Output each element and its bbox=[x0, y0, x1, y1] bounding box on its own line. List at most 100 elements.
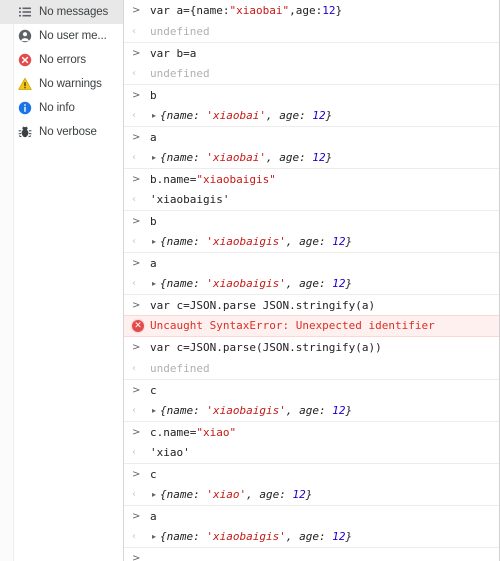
sidebar-item-no-warnings[interactable]: No warnings bbox=[0, 72, 123, 96]
console-input-row[interactable]: > c bbox=[124, 379, 499, 400]
token: var a={name: bbox=[150, 4, 230, 17]
console-input-row[interactable]: > a bbox=[124, 505, 499, 526]
console-output-row[interactable]: ‹ ▸ {name: 'xiaobaigis', age: 12} bbox=[124, 400, 499, 421]
prompt-arrow-icon: > bbox=[132, 173, 141, 185]
console-input-row[interactable]: > b.name="xiaobaigis" bbox=[124, 168, 499, 189]
prompt-arrow-icon: > bbox=[132, 384, 141, 396]
sidebar-item-label: No verbose bbox=[39, 126, 97, 138]
console-input-row[interactable]: > b bbox=[124, 210, 499, 231]
token: c bbox=[150, 383, 157, 397]
sidebar-item-no-user-me[interactable]: No user me... bbox=[0, 24, 123, 48]
token: a bbox=[150, 509, 157, 523]
bug-icon bbox=[18, 125, 32, 139]
console-output-row[interactable]: ‹ ▸ {name: 'xiaobai', age: 12} bbox=[124, 147, 499, 168]
token: , age: bbox=[265, 150, 313, 164]
token: a bbox=[150, 130, 157, 144]
chevron-right-icon[interactable]: ▸ bbox=[152, 273, 156, 294]
token: var c=JSON.parse(JSON.stringify(a)) bbox=[150, 341, 382, 354]
prompt-arrow-icon: > bbox=[132, 89, 141, 101]
console-sidebar: No messages No user me... No errors No warn… bbox=[0, 0, 124, 561]
command-text: c bbox=[150, 464, 157, 485]
warning-icon bbox=[18, 77, 32, 91]
console-input-row[interactable]: > var a={name:"xiaobai",age:12} bbox=[124, 0, 499, 21]
sidebar-item-no-messages[interactable]: No messages bbox=[0, 0, 123, 24]
chevron-right-icon[interactable]: ▸ bbox=[152, 400, 156, 421]
prompt-arrow-icon: > bbox=[132, 215, 141, 227]
chevron-right-icon[interactable]: ▸ bbox=[152, 526, 156, 547]
chevron-right-icon[interactable]: ▸ bbox=[152, 105, 156, 126]
sidebar-item-no-info[interactable]: No info bbox=[0, 96, 123, 120]
console-output-row[interactable]: ‹ ▸ {name: 'xiaobai', age: 12} bbox=[124, 105, 499, 126]
console-output-row[interactable]: ‹ undefined bbox=[124, 63, 499, 84]
console-input-row[interactable]: > var c=JSON.parse(JSON.stringify(a)) bbox=[124, 337, 499, 358]
console-output-row[interactable]: ‹ undefined bbox=[124, 21, 499, 42]
console-output-row[interactable]: ‹ 'xiao' bbox=[124, 442, 499, 463]
console-input-row[interactable]: > var c=JSON.parse JSON.stringify(a) bbox=[124, 294, 499, 315]
undefined-result: undefined bbox=[150, 25, 210, 38]
token: a bbox=[150, 256, 157, 270]
console-message-list[interactable]: > var a={name:"xiaobai",age:12} ‹ undefined… bbox=[124, 0, 499, 561]
console-input-row[interactable]: > c.name="xiao" bbox=[124, 421, 499, 442]
prompt-arrow-icon: > bbox=[132, 47, 141, 59]
token: {name: bbox=[160, 487, 207, 501]
result-arrow-icon: ‹ bbox=[132, 68, 136, 79]
token: } bbox=[345, 529, 353, 543]
command-text: b.name="xiaobaigis" bbox=[150, 169, 276, 190]
sidebar-item-no-errors[interactable]: No errors bbox=[0, 48, 123, 72]
token: 12 bbox=[332, 529, 346, 543]
token: 12 bbox=[332, 276, 346, 290]
chevron-right-icon[interactable]: ▸ bbox=[152, 231, 156, 252]
console-input-row[interactable]: > var b=a bbox=[124, 42, 499, 63]
console-output-row[interactable]: ‹ ▸ {name: 'xiaobaigis', age: 12} bbox=[124, 273, 499, 294]
object-result: ▸ {name: 'xiaobai', age: 12} bbox=[150, 147, 332, 169]
command-text: a bbox=[150, 506, 157, 527]
console-output-row[interactable]: ‹ ▸ {name: 'xiaobaigis', age: 12} bbox=[124, 526, 499, 547]
devtools-console-panel: No messages No user me... No errors No warn… bbox=[0, 0, 500, 561]
object-result: ▸ {name: 'xiaobaigis', age: 12} bbox=[150, 400, 352, 422]
result-arrow-icon: ‹ bbox=[132, 278, 136, 289]
token: } bbox=[305, 487, 313, 501]
token: , age: bbox=[285, 403, 333, 417]
console-rows: > var a={name:"xiaobai",age:12} ‹ undefined… bbox=[124, 0, 499, 561]
prompt-arrow-icon: > bbox=[132, 468, 141, 480]
console-output-row[interactable]: ‹ ▸ {name: 'xiao', age: 12} bbox=[124, 484, 499, 505]
token: 'xiaobaigis' bbox=[206, 276, 286, 290]
console-input-row[interactable]: > a bbox=[124, 252, 499, 273]
prompt-arrow-icon: > bbox=[132, 131, 141, 143]
result-arrow-icon: ‹ bbox=[132, 26, 136, 37]
sidebar-item-label: No messages bbox=[39, 6, 109, 18]
console-input-row[interactable]: > a bbox=[124, 126, 499, 147]
token: "xiao" bbox=[196, 425, 237, 439]
result-arrow-icon: ‹ bbox=[132, 194, 136, 205]
result-arrow-icon: ‹ bbox=[132, 236, 136, 247]
token: , age: bbox=[285, 276, 333, 290]
console-output-row[interactable]: ‹ undefined bbox=[124, 358, 499, 379]
result-arrow-icon: ‹ bbox=[132, 152, 136, 163]
console-input-row[interactable]: > b bbox=[124, 84, 499, 105]
chevron-right-icon[interactable]: ▸ bbox=[152, 147, 156, 168]
token: {name: bbox=[160, 276, 207, 290]
console-output-row[interactable]: ‹ 'xiaobaigis' bbox=[124, 189, 499, 210]
command-text: var c=JSON.parse(JSON.stringify(a)) bbox=[150, 337, 382, 358]
console-error-row[interactable]: ✕ Uncaught SyntaxError: Unexpected identi… bbox=[124, 315, 499, 337]
error-icon bbox=[18, 53, 32, 67]
console-prompt-row[interactable]: > bbox=[124, 547, 499, 561]
console-input-row[interactable]: > c bbox=[124, 463, 499, 484]
sidebar-item-label: No errors bbox=[39, 54, 87, 66]
chevron-right-icon[interactable]: ▸ bbox=[152, 484, 156, 505]
info-icon bbox=[18, 101, 32, 115]
command-text: var a={name:"xiaobai",age:12} bbox=[150, 0, 342, 21]
token: 'xiaobai' bbox=[206, 108, 266, 122]
token: {name: bbox=[160, 150, 207, 164]
command-text: c.name="xiao" bbox=[150, 422, 236, 443]
token: 'xiao' bbox=[206, 487, 247, 501]
console-output-row[interactable]: ‹ ▸ {name: 'xiaobaigis', age: 12} bbox=[124, 231, 499, 252]
sidebar-item-no-verbose[interactable]: No verbose bbox=[0, 120, 123, 144]
token: ,age: bbox=[289, 4, 323, 17]
sidebar-item-label: No info bbox=[39, 102, 75, 114]
token: b.name= bbox=[150, 172, 197, 186]
undefined-result: undefined bbox=[150, 362, 210, 375]
token: c.name= bbox=[150, 425, 197, 439]
object-result: ▸ {name: 'xiaobaigis', age: 12} bbox=[150, 231, 352, 253]
token: , age: bbox=[285, 234, 333, 248]
